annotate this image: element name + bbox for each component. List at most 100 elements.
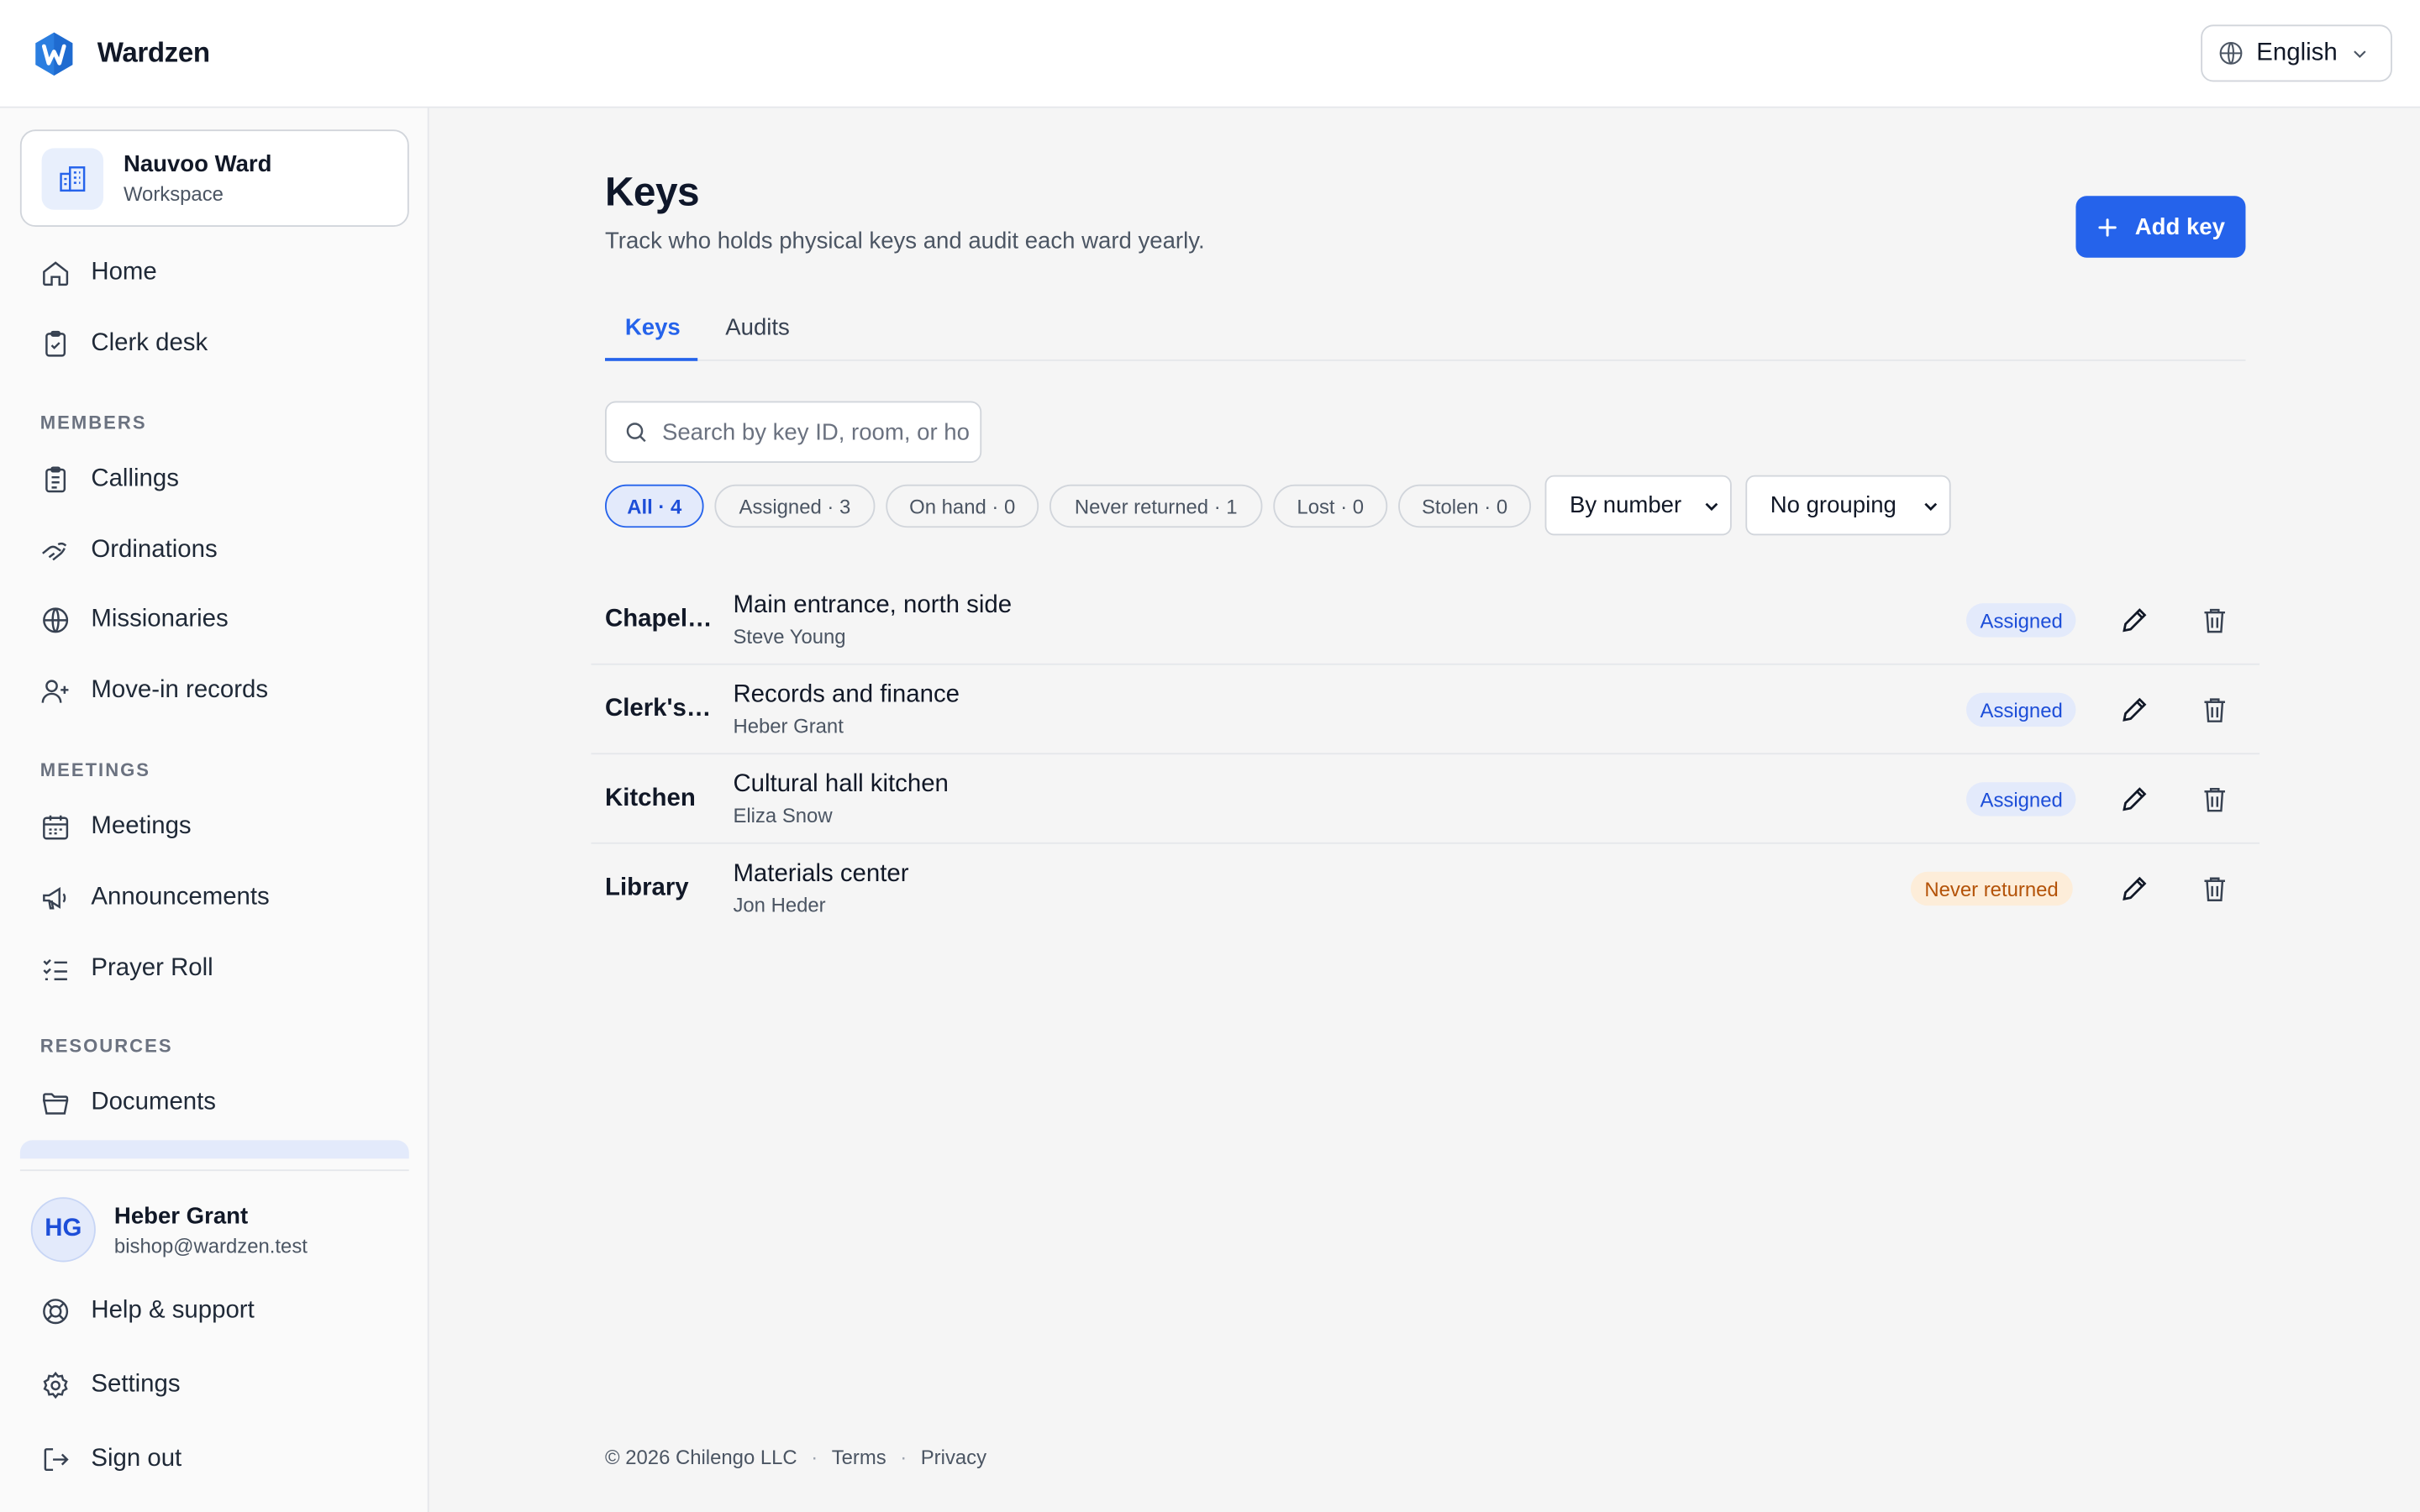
- folder-icon: [42, 1093, 69, 1115]
- globe-icon: [43, 607, 69, 633]
- lifebuoy-icon: [43, 1299, 69, 1325]
- building-icon: [60, 165, 86, 192]
- trash-icon[interactable]: [2199, 695, 2230, 726]
- key-room: Cultural hall kitchen: [733, 771, 949, 798]
- pencil-icon[interactable]: [2119, 605, 2150, 636]
- sort-select[interactable]: By number: [1544, 475, 1732, 536]
- section-resources: RESOURCES: [39, 1035, 173, 1058]
- key-id: Clerk's ...: [605, 696, 713, 722]
- language-select[interactable]: English: [2201, 24, 2392, 82]
- search-box[interactable]: [605, 401, 982, 464]
- footer-privacy-link[interactable]: Privacy: [921, 1446, 986, 1469]
- sidebar-item-missionaries[interactable]: Missionaries: [20, 591, 409, 649]
- group-select-value: No grouping: [1770, 491, 1897, 519]
- workspace-name: Nauvoo Ward: [123, 151, 272, 178]
- plus-icon: [2098, 218, 2118, 236]
- footer-separator: ·: [900, 1446, 908, 1469]
- app-window: Wardzen English Nauvoo Ward Workspace Ho…: [0, 0, 2420, 1512]
- table-row[interactable]: Chapel ... Main entrance, north side Ste…: [591, 575, 2260, 665]
- key-room: Main entrance, north side: [733, 592, 1013, 619]
- user-name: Heber Grant: [113, 1202, 249, 1229]
- status-badge: Assigned: [1966, 692, 2077, 727]
- globe-icon: [2219, 41, 2243, 65]
- footer: © 2026 Chilengo LLC · Terms · Privacy: [605, 1446, 986, 1469]
- pencil-icon[interactable]: [2119, 695, 2150, 726]
- tab-keys[interactable]: Keys: [625, 315, 681, 341]
- sidebar-item-active-partial[interactable]: [19, 1140, 409, 1159]
- list-check-icon: [43, 958, 67, 980]
- active-tab-indicator: [605, 358, 698, 361]
- tab-audits[interactable]: Audits: [725, 315, 790, 341]
- tab-bar: Keys Audits: [605, 295, 2246, 361]
- clipboard-check-icon: [45, 330, 66, 357]
- table-row[interactable]: Kitchen Cultural hall kitchen Eliza Snow…: [591, 754, 2260, 844]
- filter-all[interactable]: All · 4: [605, 484, 704, 528]
- sidebar-item-documents[interactable]: Documents: [20, 1074, 409, 1132]
- wardzen-logo-icon: [35, 31, 73, 76]
- trash-icon[interactable]: [2199, 605, 2230, 636]
- sidebar-item-callings[interactable]: Callings: [20, 450, 409, 509]
- sidebar-item-announcements[interactable]: Announcements: [20, 869, 409, 927]
- filter-assigned[interactable]: Assigned · 3: [714, 484, 876, 528]
- key-holder: Steve Young: [733, 624, 846, 648]
- search-input[interactable]: [661, 418, 971, 445]
- section-meetings: MEETINGS: [39, 759, 151, 781]
- key-holder: Heber Grant: [733, 714, 844, 738]
- sign-out-icon: [44, 1448, 69, 1472]
- filter-lost[interactable]: Lost · 0: [1273, 484, 1388, 528]
- key-room: Records and finance: [733, 681, 960, 709]
- sidebar-item-sign-out[interactable]: Sign out: [20, 1431, 409, 1489]
- brand[interactable]: Wardzen: [33, 30, 210, 76]
- table-row[interactable]: Library Materials center Jon Heder Never…: [591, 844, 2260, 934]
- section-members: MEMBERS: [39, 412, 147, 434]
- trash-icon[interactable]: [2199, 874, 2230, 905]
- sidebar-item-prayer-roll[interactable]: Prayer Roll: [20, 940, 409, 999]
- status-badge: Assigned: [1966, 603, 2077, 638]
- sidebar-item-home[interactable]: Home: [20, 244, 409, 302]
- page-subtitle: Track who holds physical keys and audit …: [605, 228, 1205, 255]
- sidebar-divider: [19, 1169, 409, 1172]
- pencil-icon[interactable]: [2119, 784, 2150, 815]
- table-row[interactable]: Clerk's ... Records and finance Heber Gr…: [591, 665, 2260, 755]
- calendar-icon: [43, 815, 69, 840]
- footer-separator: ·: [811, 1446, 818, 1469]
- search-icon: [626, 423, 646, 443]
- avatar: HG: [30, 1197, 96, 1263]
- home-icon: [43, 261, 69, 286]
- language-label: English: [2256, 39, 2338, 66]
- sidebar-item-help-support[interactable]: Help & support: [20, 1282, 409, 1341]
- hands-icon: [42, 542, 67, 561]
- page-title: Keys: [605, 168, 700, 215]
- key-holder: Eliza Snow: [733, 803, 833, 827]
- sidebar-item-settings[interactable]: Settings: [20, 1356, 409, 1415]
- sidebar-item-clerk-desk[interactable]: Clerk desk: [20, 315, 409, 374]
- group-select[interactable]: No grouping: [1745, 475, 1951, 536]
- key-room: Materials center: [733, 860, 909, 888]
- user-email: bishop@wardzen.test: [113, 1233, 308, 1257]
- trash-icon[interactable]: [2199, 784, 2230, 815]
- key-holder: Jon Heder: [733, 893, 826, 917]
- sort-select-value: By number: [1569, 491, 1682, 519]
- filter-never-returned[interactable]: Never returned · 1: [1049, 484, 1263, 528]
- sidebar-item-meetings[interactable]: Meetings: [20, 798, 409, 857]
- clipboard-list-icon: [45, 466, 66, 493]
- gear-icon: [43, 1371, 68, 1399]
- add-key-button[interactable]: Add key: [2075, 196, 2246, 258]
- footer-terms-link[interactable]: Terms: [832, 1446, 886, 1469]
- key-id: Chapel ...: [605, 606, 713, 633]
- sidebar-item-ordinations[interactable]: Ordinations: [20, 522, 409, 580]
- chevron-down-icon: [1924, 502, 1938, 512]
- user-profile[interactable]: HG Heber Grant bishop@wardzen.test: [30, 1197, 308, 1263]
- status-badge: Never returned: [1910, 871, 2073, 906]
- pencil-icon[interactable]: [2119, 874, 2150, 905]
- user-plus-icon: [41, 680, 69, 703]
- workspace-sub: Workspace: [123, 181, 224, 206]
- key-id: Kitchen: [605, 785, 696, 812]
- workspace-switcher[interactable]: Nauvoo Ward Workspace: [19, 129, 409, 227]
- key-id: Library: [605, 874, 689, 901]
- brand-name: Wardzen: [97, 37, 210, 68]
- sidebar-item-move-in-records[interactable]: Move-in records: [20, 662, 409, 721]
- filter-stolen[interactable]: Stolen · 0: [1398, 484, 1532, 528]
- filter-on-hand[interactable]: On hand · 0: [886, 484, 1039, 528]
- top-bar: Wardzen English: [0, 0, 2420, 108]
